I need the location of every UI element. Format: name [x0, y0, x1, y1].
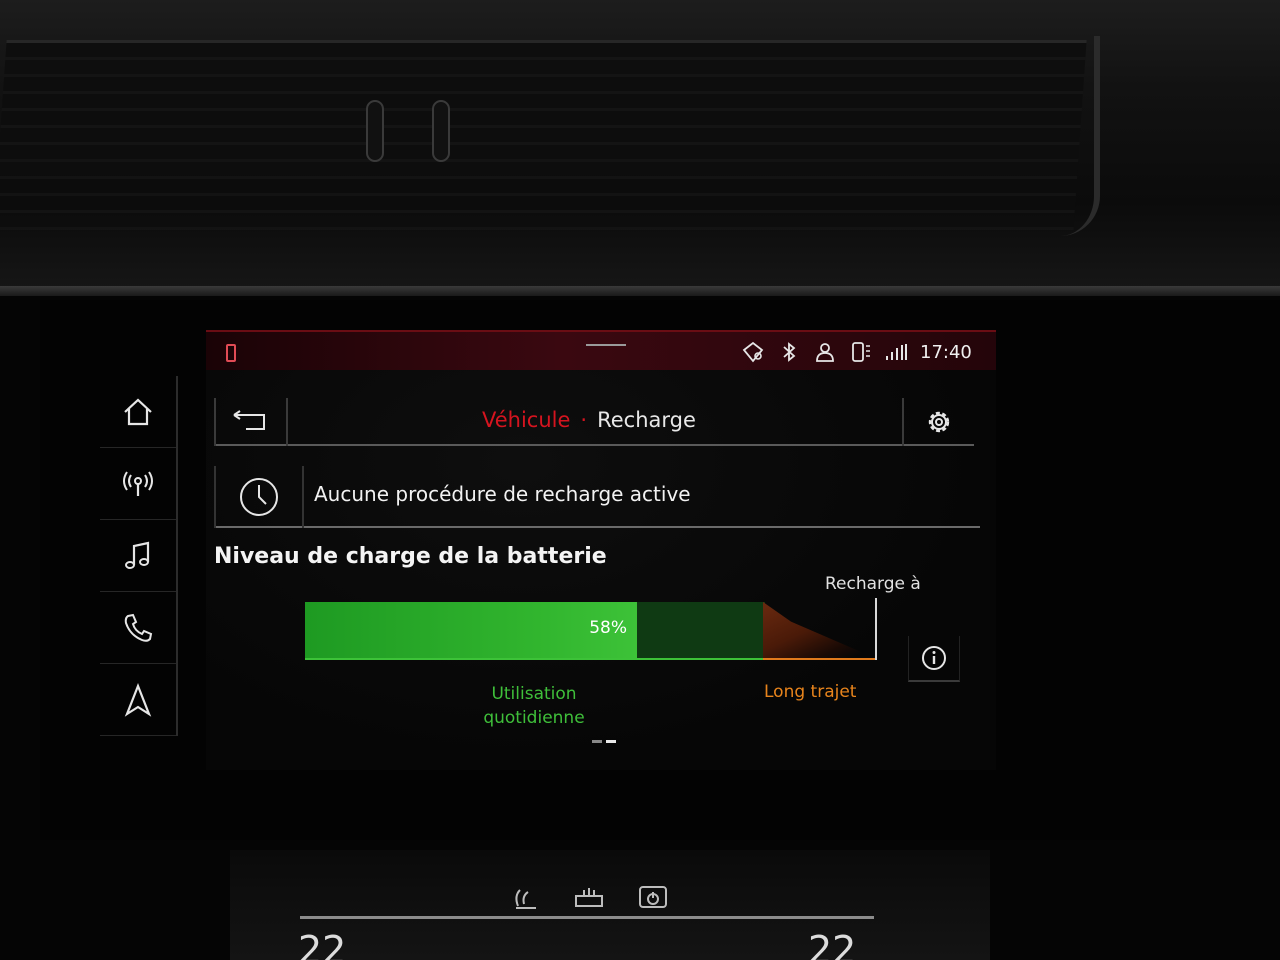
- status-bar: 17:40: [206, 330, 996, 370]
- battery-section-title: Niveau de charge de la batterie: [214, 544, 607, 569]
- home-icon: [124, 398, 152, 425]
- daily-use-label-line2: quotidienne: [483, 708, 585, 728]
- signal-icon: [886, 344, 907, 360]
- charge-limit-marker[interactable]: [875, 598, 877, 660]
- info-button[interactable]: [908, 636, 960, 682]
- settings-button[interactable]: [902, 398, 974, 446]
- left-temperature[interactable]: 22: [298, 928, 346, 960]
- breadcrumb-parent[interactable]: Véhicule: [482, 408, 570, 432]
- rear-defrost-icon[interactable]: [572, 884, 606, 912]
- page-dot: [592, 740, 602, 743]
- dashboard-trim: [0, 286, 1280, 296]
- pull-down-handle[interactable]: [586, 344, 626, 346]
- right-temperature[interactable]: 22: [808, 928, 856, 960]
- sidebar-item-phone[interactable]: [100, 592, 176, 664]
- status-icons: [740, 340, 910, 364]
- breadcrumb-separator: ·: [580, 408, 588, 432]
- charging-status-text: Aucune procédure de recharge active: [314, 482, 691, 506]
- charge-to-label: Recharge à: [825, 574, 921, 594]
- dashboard-background: [0, 0, 1280, 290]
- sidebar-item-radio[interactable]: [100, 448, 176, 520]
- vent-knob-left[interactable]: [366, 100, 384, 162]
- user-icon: [816, 343, 834, 362]
- charging-status-row[interactable]: Aucune procédure de recharge active: [214, 466, 980, 528]
- clock-icon: [240, 478, 278, 516]
- climate-divider: [300, 916, 874, 919]
- page-indicator: [592, 740, 616, 743]
- infotainment-screen: 17:40 Véhicule · Recharge Aucune procédu…: [206, 330, 996, 770]
- bluetooth-icon: [783, 342, 796, 362]
- timer-button[interactable]: [214, 466, 304, 528]
- gauge-fill: 58%: [305, 602, 637, 658]
- breadcrumb: Véhicule · Recharge: [482, 408, 696, 432]
- battery-gauge[interactable]: 58%: [305, 598, 877, 660]
- gear-icon: [928, 411, 950, 433]
- page-title: Recharge: [597, 408, 696, 432]
- sidebar-item-media[interactable]: [100, 520, 176, 592]
- navigation-arrow-icon: [124, 682, 152, 717]
- seat-heating-icon[interactable]: [508, 884, 542, 912]
- sidebar: [100, 376, 178, 736]
- long-trip-label[interactable]: Long trajet: [764, 682, 856, 702]
- phone-handset-icon: [124, 613, 153, 642]
- music-note-icon: [125, 541, 150, 569]
- sidebar-item-home[interactable]: [100, 376, 176, 448]
- info-icon: [922, 646, 946, 670]
- daily-use-label[interactable]: Utilisation quotidienne: [464, 682, 604, 730]
- sidebar-item-navigation[interactable]: [100, 664, 176, 736]
- phone-battery-icon: [226, 344, 236, 362]
- back-button[interactable]: [214, 398, 288, 446]
- clock: 17:40: [920, 342, 972, 363]
- location-icon: [742, 341, 764, 363]
- gauge-long-trip-zone: [763, 602, 875, 658]
- gauge-baseline-long-trip: [763, 658, 875, 660]
- air-vent-frame: [0, 36, 1100, 236]
- page-header: Véhicule · Recharge: [214, 398, 974, 446]
- page-dot-active: [606, 740, 616, 743]
- radio-icon: [123, 470, 153, 496]
- climate-power-icon[interactable]: [636, 884, 670, 912]
- phone-icon: [852, 342, 870, 362]
- battery-level-label: 58%: [589, 618, 627, 638]
- back-arrow-icon: [233, 410, 265, 430]
- vent-knob-right[interactable]: [432, 100, 450, 162]
- daily-use-label-line1: Utilisation: [491, 684, 577, 704]
